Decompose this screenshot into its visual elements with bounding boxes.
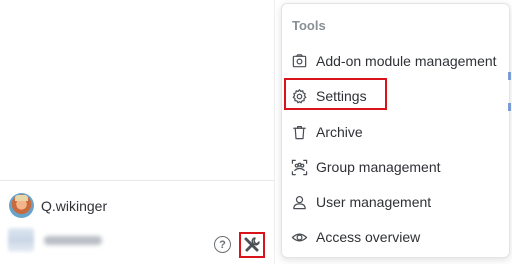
blurred-organization bbox=[8, 228, 102, 252]
menu-item-label: Archive bbox=[316, 124, 363, 140]
main-panel bbox=[0, 0, 274, 264]
tools-button[interactable] bbox=[239, 232, 265, 258]
menu-item-label: Add-on module management bbox=[316, 53, 497, 69]
menu-item-label: Settings bbox=[316, 88, 367, 104]
username-label: Q.wikinger bbox=[41, 197, 108, 214]
menu-title: Tools bbox=[292, 18, 326, 33]
trash-icon bbox=[290, 123, 308, 141]
gear-icon bbox=[290, 87, 308, 105]
panel-divider bbox=[0, 180, 274, 181]
help-icon: ? bbox=[219, 238, 226, 251]
background-fragment bbox=[508, 103, 511, 111]
menu-item-label: Access overview bbox=[316, 229, 421, 245]
menu-item-label: Group management bbox=[316, 159, 441, 175]
tools-icon bbox=[244, 237, 260, 252]
camera-box-icon bbox=[290, 52, 308, 70]
group-icon bbox=[290, 158, 308, 176]
menu-item-access-overview[interactable]: Access overview bbox=[290, 225, 420, 249]
avatar bbox=[9, 193, 34, 218]
menu-item-group-management[interactable]: Group management bbox=[290, 155, 441, 179]
organization-name-blurred bbox=[44, 235, 102, 245]
menu-item-addon-module-management[interactable]: Add-on module management bbox=[290, 49, 497, 73]
menu-item-archive[interactable]: Archive bbox=[290, 120, 363, 144]
help-button[interactable]: ? bbox=[214, 236, 231, 253]
menu-item-settings[interactable]: Settings bbox=[290, 84, 367, 108]
background-fragment bbox=[508, 72, 511, 80]
eye-icon bbox=[290, 228, 308, 246]
organization-logo bbox=[8, 228, 34, 252]
menu-item-user-management[interactable]: User management bbox=[290, 190, 431, 214]
panel-edge bbox=[274, 0, 275, 264]
tools-menu: Tools Add-on module management Settings bbox=[281, 3, 510, 258]
menu-item-label: User management bbox=[316, 194, 432, 210]
user-profile[interactable]: Q.wikinger bbox=[9, 193, 107, 218]
user-icon bbox=[290, 193, 308, 211]
